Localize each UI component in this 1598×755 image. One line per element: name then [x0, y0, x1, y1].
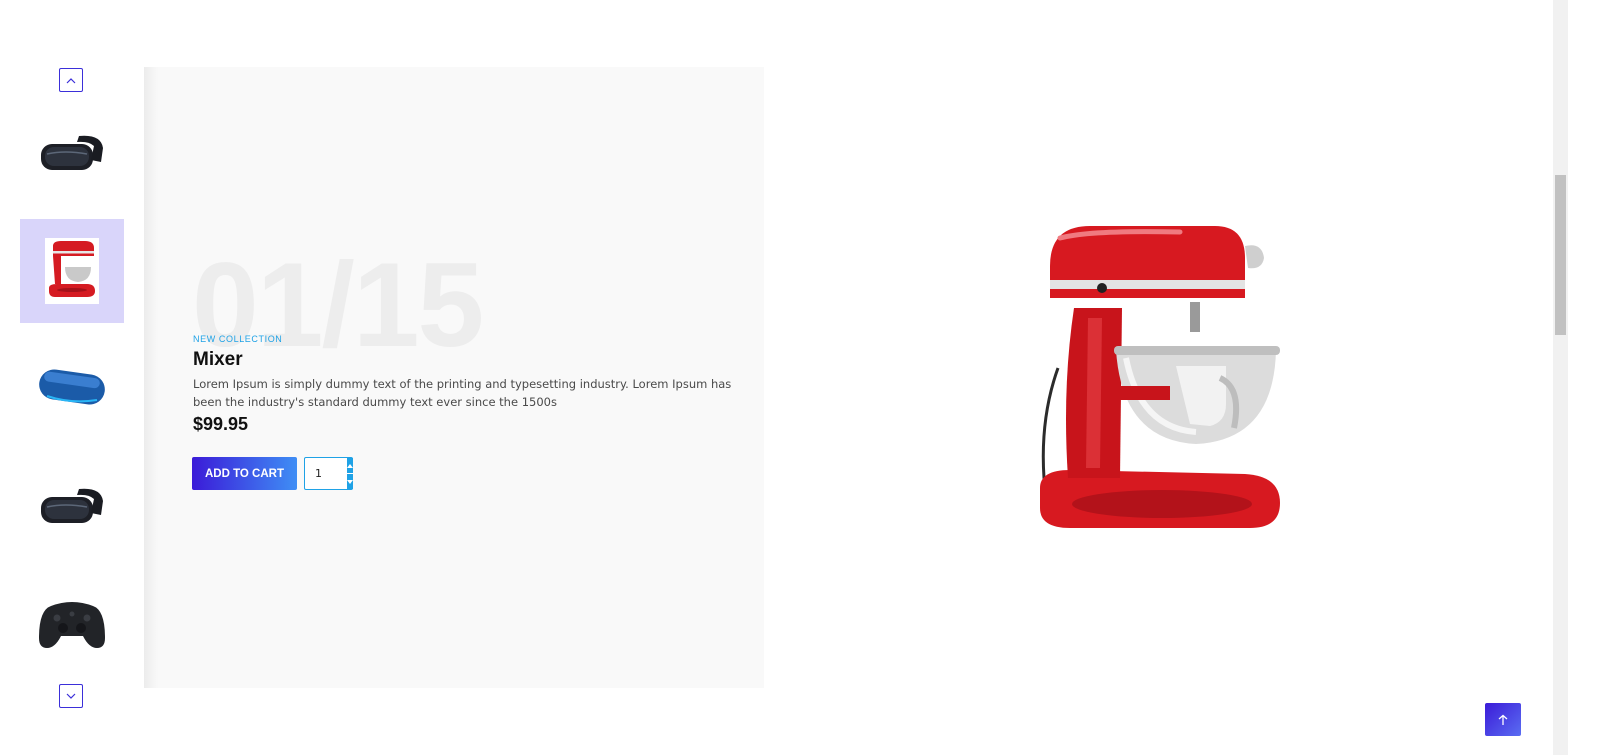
quantity-input[interactable] [305, 458, 347, 489]
mixer-image [1040, 226, 1280, 528]
arrow-up-icon [1498, 714, 1508, 725]
slider-next-button[interactable] [59, 684, 83, 708]
chevron-up-icon [66, 77, 76, 83]
mixer-image [49, 241, 95, 297]
scrollbar-thumb[interactable] [1555, 175, 1566, 335]
quantity-decrement-button[interactable] [347, 474, 353, 489]
vr-headset-image [41, 488, 103, 523]
thumbnail-slider [0, 0, 144, 755]
thumbnail-game-controller[interactable] [20, 572, 124, 676]
game-controller-image [39, 602, 105, 648]
slide-counter: 01/15 [192, 238, 484, 372]
thumbnail-vr-headset[interactable] [20, 453, 124, 557]
chevron-down-icon [66, 693, 76, 699]
quantity-increment-button[interactable] [347, 458, 353, 474]
product-price: $99.95 [193, 414, 249, 434]
thumbnail-bluetooth-speaker[interactable] [20, 336, 124, 440]
back-to-top-button[interactable] [1485, 703, 1521, 736]
product-description: Lorem Ipsum is simply dummy text of the … [193, 377, 732, 409]
product-info-panel: 01/15 NEW COLLECTION Mixer Lorem Ipsum i… [144, 67, 764, 688]
page-scrollbar[interactable] [1553, 0, 1568, 755]
thumbnail-vr-headset[interactable] [20, 100, 124, 204]
speaker-image [39, 369, 105, 405]
add-to-cart-button[interactable]: ADD TO CART [192, 457, 297, 490]
product-title: Mixer [193, 349, 243, 370]
slider-prev-button[interactable] [59, 68, 83, 92]
product-hero-image [1030, 218, 1290, 538]
quantity-stepper [304, 457, 353, 490]
caret-up-icon [347, 463, 353, 468]
collection-label: NEW COLLECTION [193, 334, 283, 344]
thumbnail-mixer[interactable] [20, 219, 124, 323]
caret-down-icon [347, 479, 353, 484]
vr-headset-image [41, 135, 103, 170]
